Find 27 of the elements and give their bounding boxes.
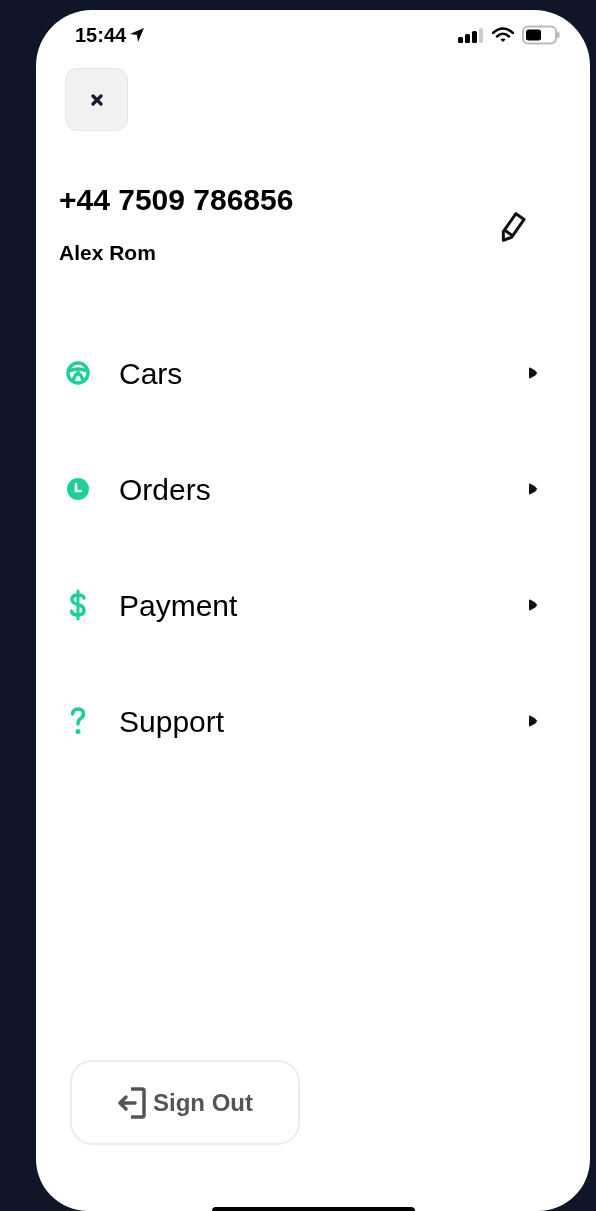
- location-arrow-icon: [129, 27, 146, 43]
- menu-item[interactable]: Payment: [36, 547, 590, 663]
- menu-label: Cars: [119, 355, 183, 392]
- dollar-icon: [68, 589, 88, 621]
- chevron-right-icon: [528, 598, 538, 612]
- phone-number: +44 7509 786856: [59, 182, 294, 218]
- chevron-right-icon: [528, 714, 538, 728]
- sign-out-button[interactable]: Sign Out: [70, 1060, 300, 1145]
- menu-item[interactable]: Cars: [36, 315, 590, 431]
- menu-item[interactable]: Orders: [36, 431, 590, 547]
- status-time: 15:44: [75, 23, 127, 48]
- menu-label: Payment: [119, 587, 238, 624]
- chevron-right-icon: [528, 366, 538, 380]
- user-name: Alex Rom: [59, 240, 157, 266]
- chevron-right-icon: [528, 482, 538, 496]
- clock-icon: [67, 478, 89, 500]
- steering-wheel-icon: [66, 361, 90, 385]
- sign-out-icon: [117, 1085, 147, 1120]
- question-icon: [70, 707, 86, 735]
- close-button[interactable]: [65, 68, 128, 131]
- menu-label: Support: [119, 703, 225, 740]
- wifi-icon: [492, 27, 514, 43]
- battery-icon: [522, 25, 560, 45]
- close-icon: [90, 93, 103, 106]
- signal-icon: [458, 27, 484, 43]
- menu-item[interactable]: Support: [36, 663, 590, 779]
- menu-label: Orders: [119, 471, 211, 508]
